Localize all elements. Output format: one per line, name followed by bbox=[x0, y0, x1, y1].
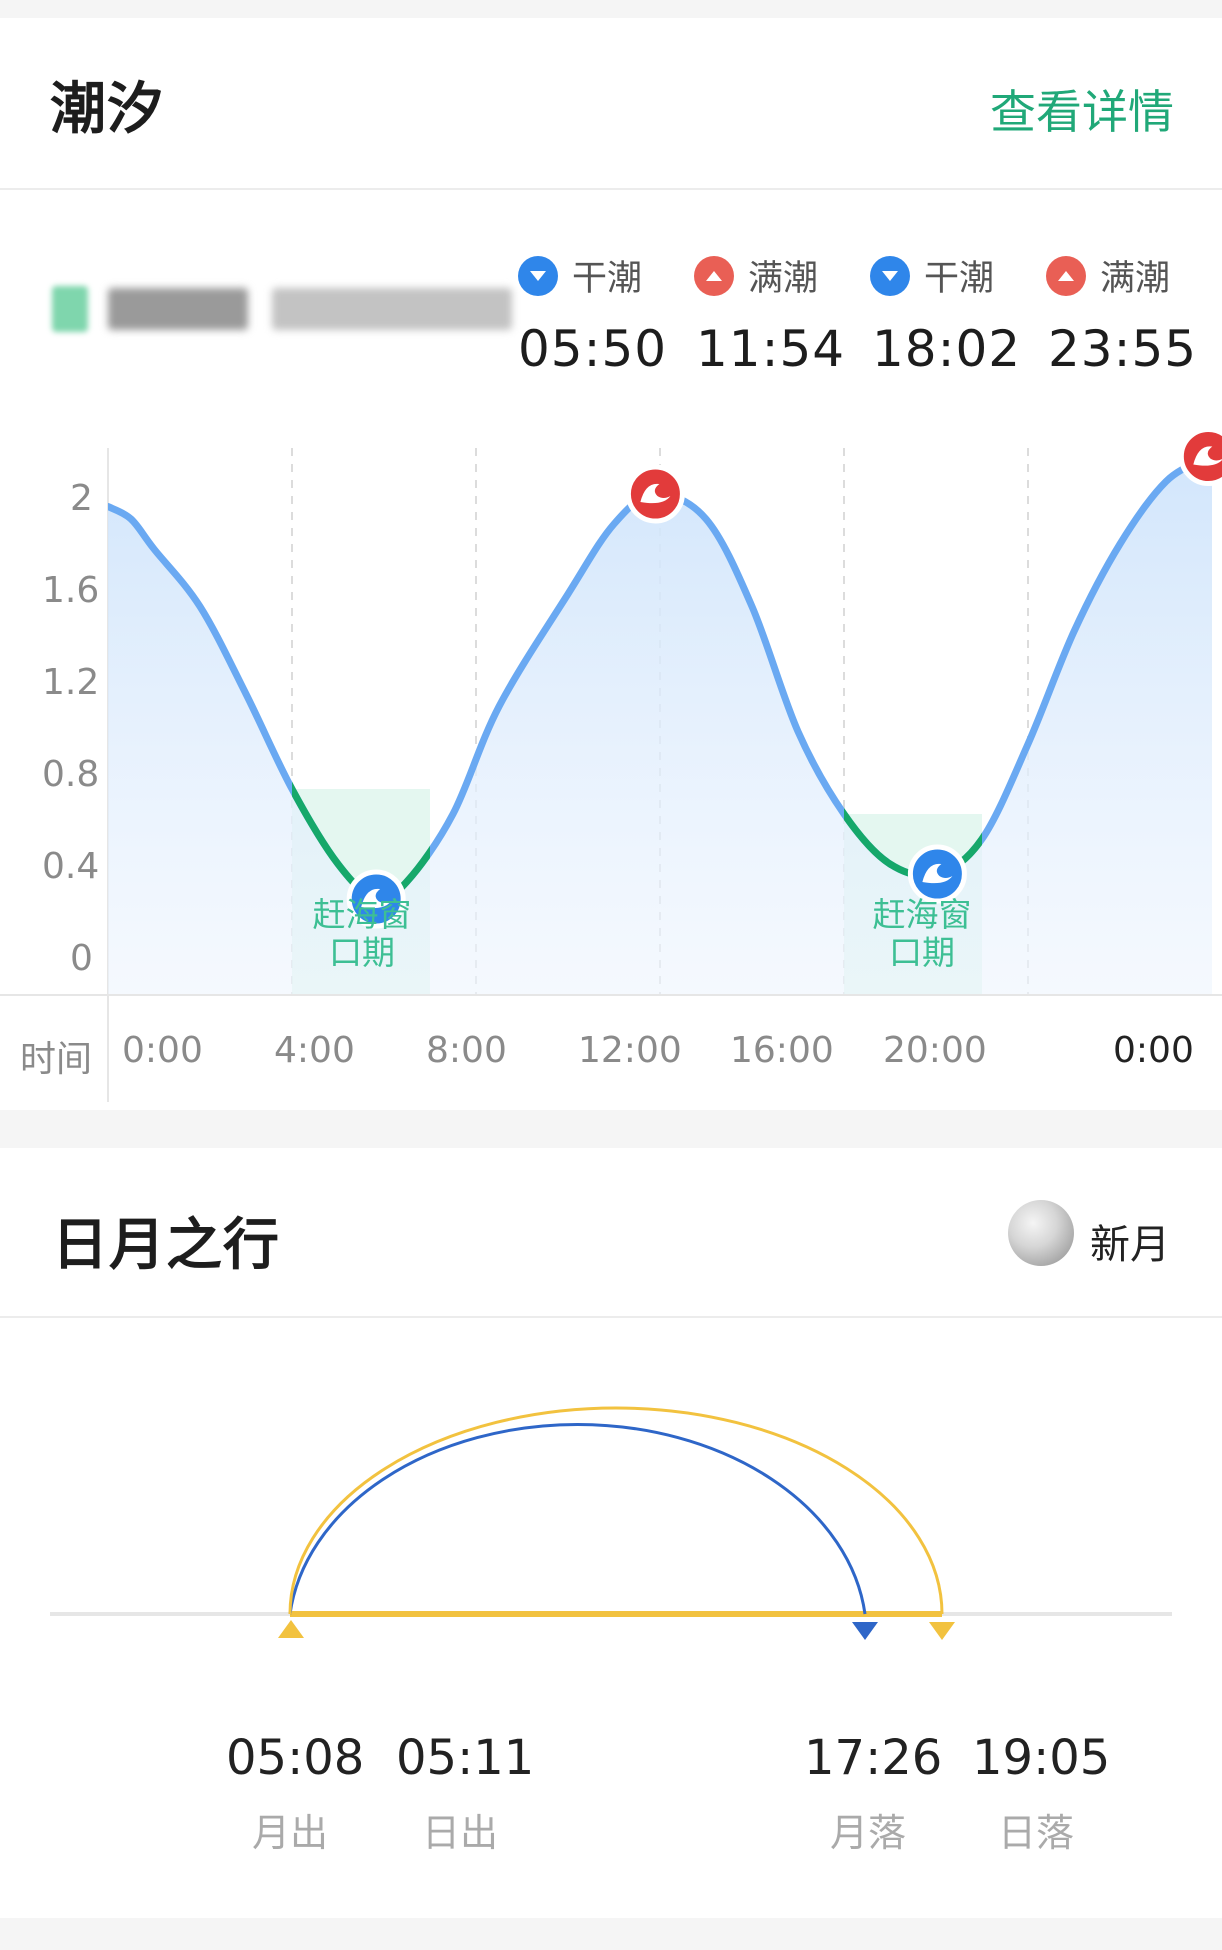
x-tick-label: 16:00 bbox=[730, 1030, 834, 1071]
moonset-marker-icon bbox=[852, 1622, 878, 1640]
legend-high-2: 满潮 bbox=[1046, 250, 1170, 301]
moon-phase-icon bbox=[1008, 1200, 1074, 1266]
tide-time-4: 23:55 bbox=[1048, 320, 1198, 378]
sun-header-divider bbox=[0, 1316, 1222, 1318]
sun-moon-arc-chart bbox=[50, 1406, 1172, 1640]
moon-arc bbox=[288, 1422, 867, 1615]
legend-high-1: 满潮 bbox=[694, 250, 818, 301]
tide-time-3: 18:02 bbox=[872, 320, 1022, 378]
x-tick-label: 0:00 bbox=[122, 1030, 203, 1071]
tide-chart bbox=[107, 427, 1222, 994]
high-tide-icon bbox=[694, 255, 734, 296]
legend-label: 满潮 bbox=[1100, 259, 1171, 299]
tide-detail-link[interactable]: 查看详情 bbox=[990, 76, 1174, 142]
moonrise-time: 05:08 bbox=[226, 1730, 365, 1786]
low-tide-icon bbox=[870, 255, 910, 296]
x-axis-title: 时间 bbox=[20, 1039, 93, 1080]
sun-arc bbox=[288, 1406, 944, 1615]
high-tide-icon bbox=[1046, 255, 1086, 296]
tide-time-2: 11:54 bbox=[696, 320, 846, 378]
moonrise-marker-icon bbox=[278, 1620, 304, 1638]
tide-area-fill bbox=[108, 449, 1213, 994]
moonset-time: 17:26 bbox=[804, 1730, 943, 1786]
legend-low-2: 干潮 bbox=[870, 250, 994, 301]
x-tick-label: 8:00 bbox=[426, 1030, 507, 1071]
sunrise-label: 日出 bbox=[422, 1811, 499, 1855]
x-tick-label: 4:00 bbox=[274, 1030, 355, 1071]
sun-moon-title: 日月之行 bbox=[52, 1213, 280, 1278]
low-tide-marker-icon bbox=[907, 844, 967, 904]
sunset-marker-icon bbox=[929, 1622, 955, 1640]
legend-label: 满潮 bbox=[748, 259, 819, 299]
legend-low-1: 干潮 bbox=[518, 250, 642, 301]
x-axis-separator bbox=[107, 996, 109, 1102]
sunset-label: 日落 bbox=[998, 1811, 1075, 1855]
low-tide-icon bbox=[518, 255, 558, 296]
moonset-label: 月落 bbox=[830, 1811, 907, 1855]
x-tick-label-current: 0:00 bbox=[1113, 1030, 1194, 1071]
legend-label: 干潮 bbox=[924, 259, 995, 299]
window-label-1: 赶海窗 口期 bbox=[312, 895, 412, 972]
window-label-2: 赶海窗 口期 bbox=[872, 895, 972, 972]
tide-title: 潮汐 bbox=[50, 77, 164, 142]
moon-phase-label: 新月 bbox=[1090, 1222, 1170, 1268]
sun-moon-card: 日月之行 新月 05:08 月出 05:11 日出 17:26 月落 19:05… bbox=[0, 1148, 1222, 1918]
x-tick-label: 20:00 bbox=[883, 1030, 987, 1071]
x-tick-label: 12:00 bbox=[578, 1030, 682, 1071]
x-axis-line bbox=[0, 994, 1222, 996]
high-tide-marker-icon bbox=[1178, 427, 1222, 486]
sunset-time: 19:05 bbox=[972, 1730, 1111, 1786]
tide-card: 潮汐 查看详情 干潮 满潮 干潮 满潮 05:50 11:54 18:02 23… bbox=[0, 18, 1222, 1110]
tide-header-divider bbox=[0, 188, 1222, 190]
legend-label: 干潮 bbox=[572, 259, 643, 299]
moonrise-label: 月出 bbox=[252, 1811, 329, 1855]
high-tide-marker-icon bbox=[625, 464, 685, 524]
tide-time-1: 05:50 bbox=[518, 320, 668, 378]
sunrise-time: 05:11 bbox=[396, 1730, 535, 1786]
